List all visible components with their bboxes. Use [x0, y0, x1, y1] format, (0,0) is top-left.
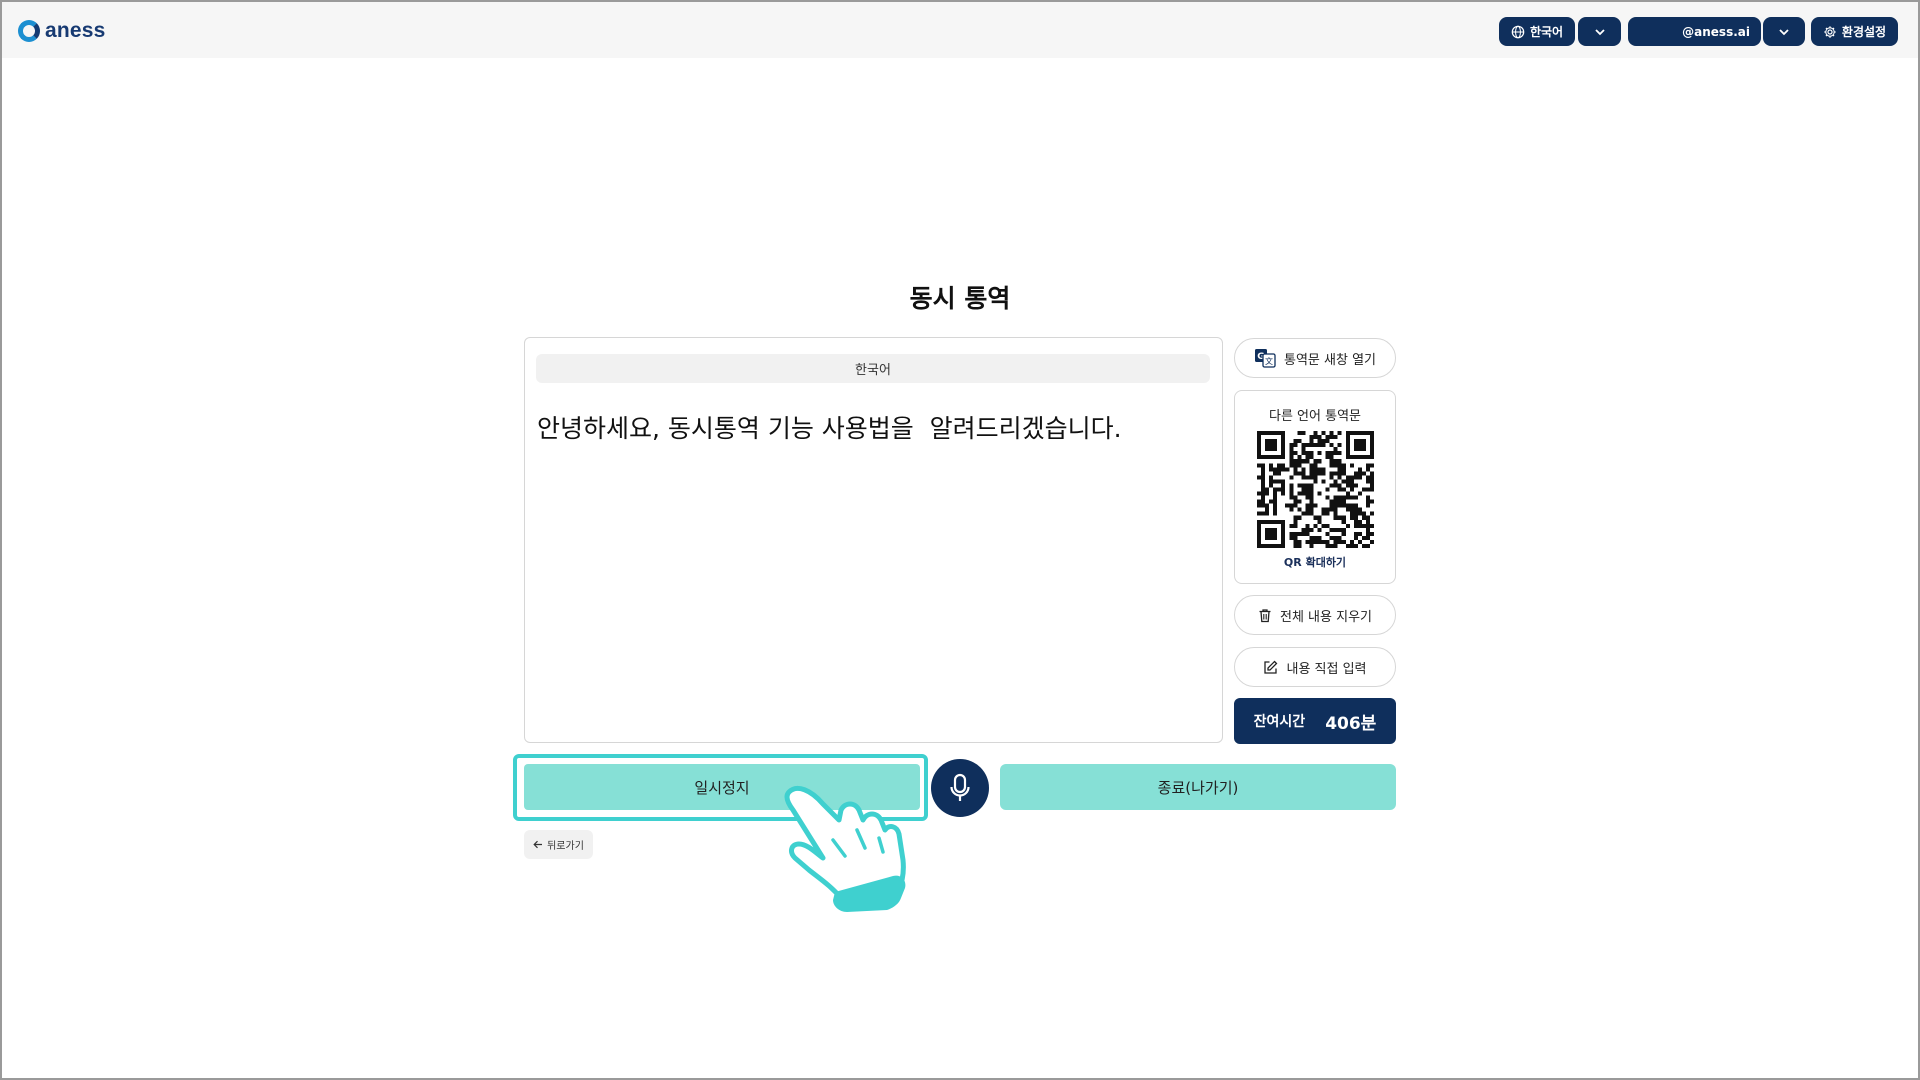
gear-icon — [1824, 25, 1836, 38]
manual-input-button[interactable]: 내용 직접 입력 — [1234, 647, 1396, 687]
pause-button[interactable]: 일시정지 — [524, 764, 920, 810]
transcript-panel: 한국어 안녕하세요, 동시통역 기능 사용법을 알려드리겠습니다. — [524, 337, 1223, 743]
remaining-time-value: 406분 — [1325, 713, 1377, 734]
remaining-time-badge: 잔여시간 406분 — [1234, 698, 1396, 744]
translate-icon: G 文 — [1255, 349, 1276, 368]
panel-language-label: 한국어 — [536, 354, 1210, 383]
chevron-down-icon — [1594, 28, 1605, 35]
language-button[interactable]: 한국어 — [1499, 17, 1575, 46]
clear-all-button[interactable]: 전체 내용 지우기 — [1234, 595, 1396, 635]
arrow-left-icon — [533, 840, 543, 849]
logo-text: aness — [45, 19, 106, 42]
clear-all-label: 전체 내용 지우기 — [1280, 609, 1372, 625]
trash-icon — [1259, 608, 1271, 622]
account-label: @aness.ai — [1682, 24, 1750, 39]
page-title: 동시 통역 — [909, 284, 1011, 313]
aness-logo[interactable]: aness — [18, 18, 106, 44]
qr-code-image[interactable] — [1257, 431, 1374, 548]
edit-icon — [1264, 660, 1278, 674]
microphone-button[interactable] — [931, 759, 989, 817]
account-dropdown-button[interactable] — [1763, 17, 1805, 46]
top-header: aness 한국어 @aness.ai 환경설정 — [2, 2, 1918, 58]
chevron-down-icon — [1779, 28, 1789, 35]
globe-icon — [1511, 25, 1525, 38]
language-dropdown-button[interactable] — [1578, 17, 1621, 46]
back-label: 뒤로가기 — [547, 841, 584, 852]
logo-ring-icon — [18, 20, 40, 42]
end-exit-button[interactable]: 종료(나가기) — [1000, 764, 1396, 810]
microphone-icon — [950, 773, 970, 801]
remaining-time-label: 잔여시간 — [1253, 714, 1306, 730]
back-button[interactable]: 뒤로가기 — [524, 830, 593, 859]
transcript-text: 안녕하세요, 동시통역 기능 사용법을 알려드리겠습니다. — [537, 414, 1122, 443]
open-new-window-button[interactable]: G 文 통역문 새창 열기 — [1234, 338, 1396, 378]
account-button[interactable]: @aness.ai — [1628, 17, 1761, 46]
qr-card: 다른 언어 통역문 QR 확대하기 — [1234, 390, 1396, 584]
qr-title: 다른 언어 통역문 — [1269, 409, 1361, 424]
settings-label: 환경설정 — [1841, 25, 1887, 39]
manual-input-label: 내용 직접 입력 — [1286, 661, 1367, 677]
svg-text:文: 文 — [1265, 356, 1273, 366]
open-new-window-label: 통역문 새창 열기 — [1284, 352, 1376, 368]
qr-enlarge-link[interactable]: QR 확대하기 — [1235, 554, 1395, 570]
language-label: 한국어 — [1529, 25, 1564, 39]
settings-button[interactable]: 환경설정 — [1811, 17, 1898, 46]
